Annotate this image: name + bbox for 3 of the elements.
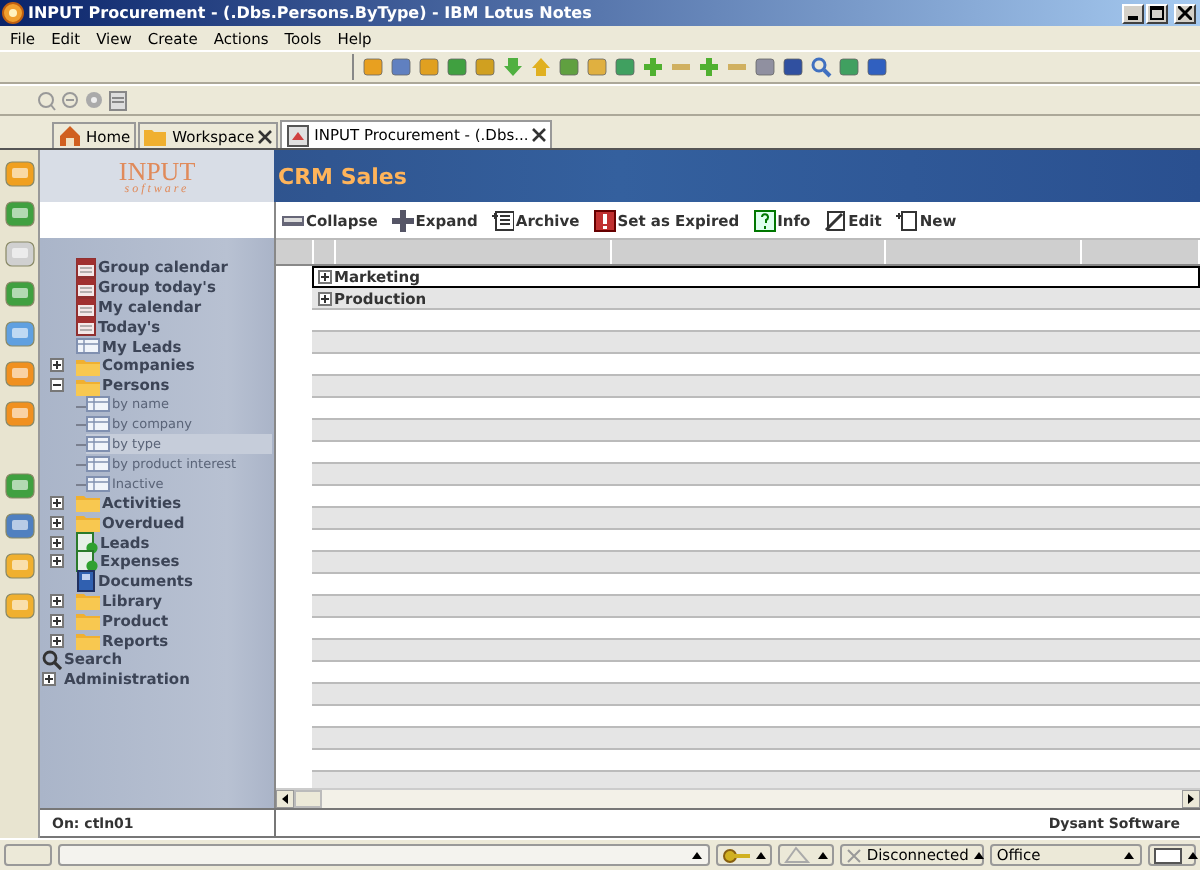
logo-text: INPUT — [118, 157, 196, 183]
app-title: CRM Sales — [278, 163, 407, 189]
window-title: INPUT Procurement - (.Dbs.Persons.ByType) - IBM Lotus Notes — [28, 4, 594, 22]
